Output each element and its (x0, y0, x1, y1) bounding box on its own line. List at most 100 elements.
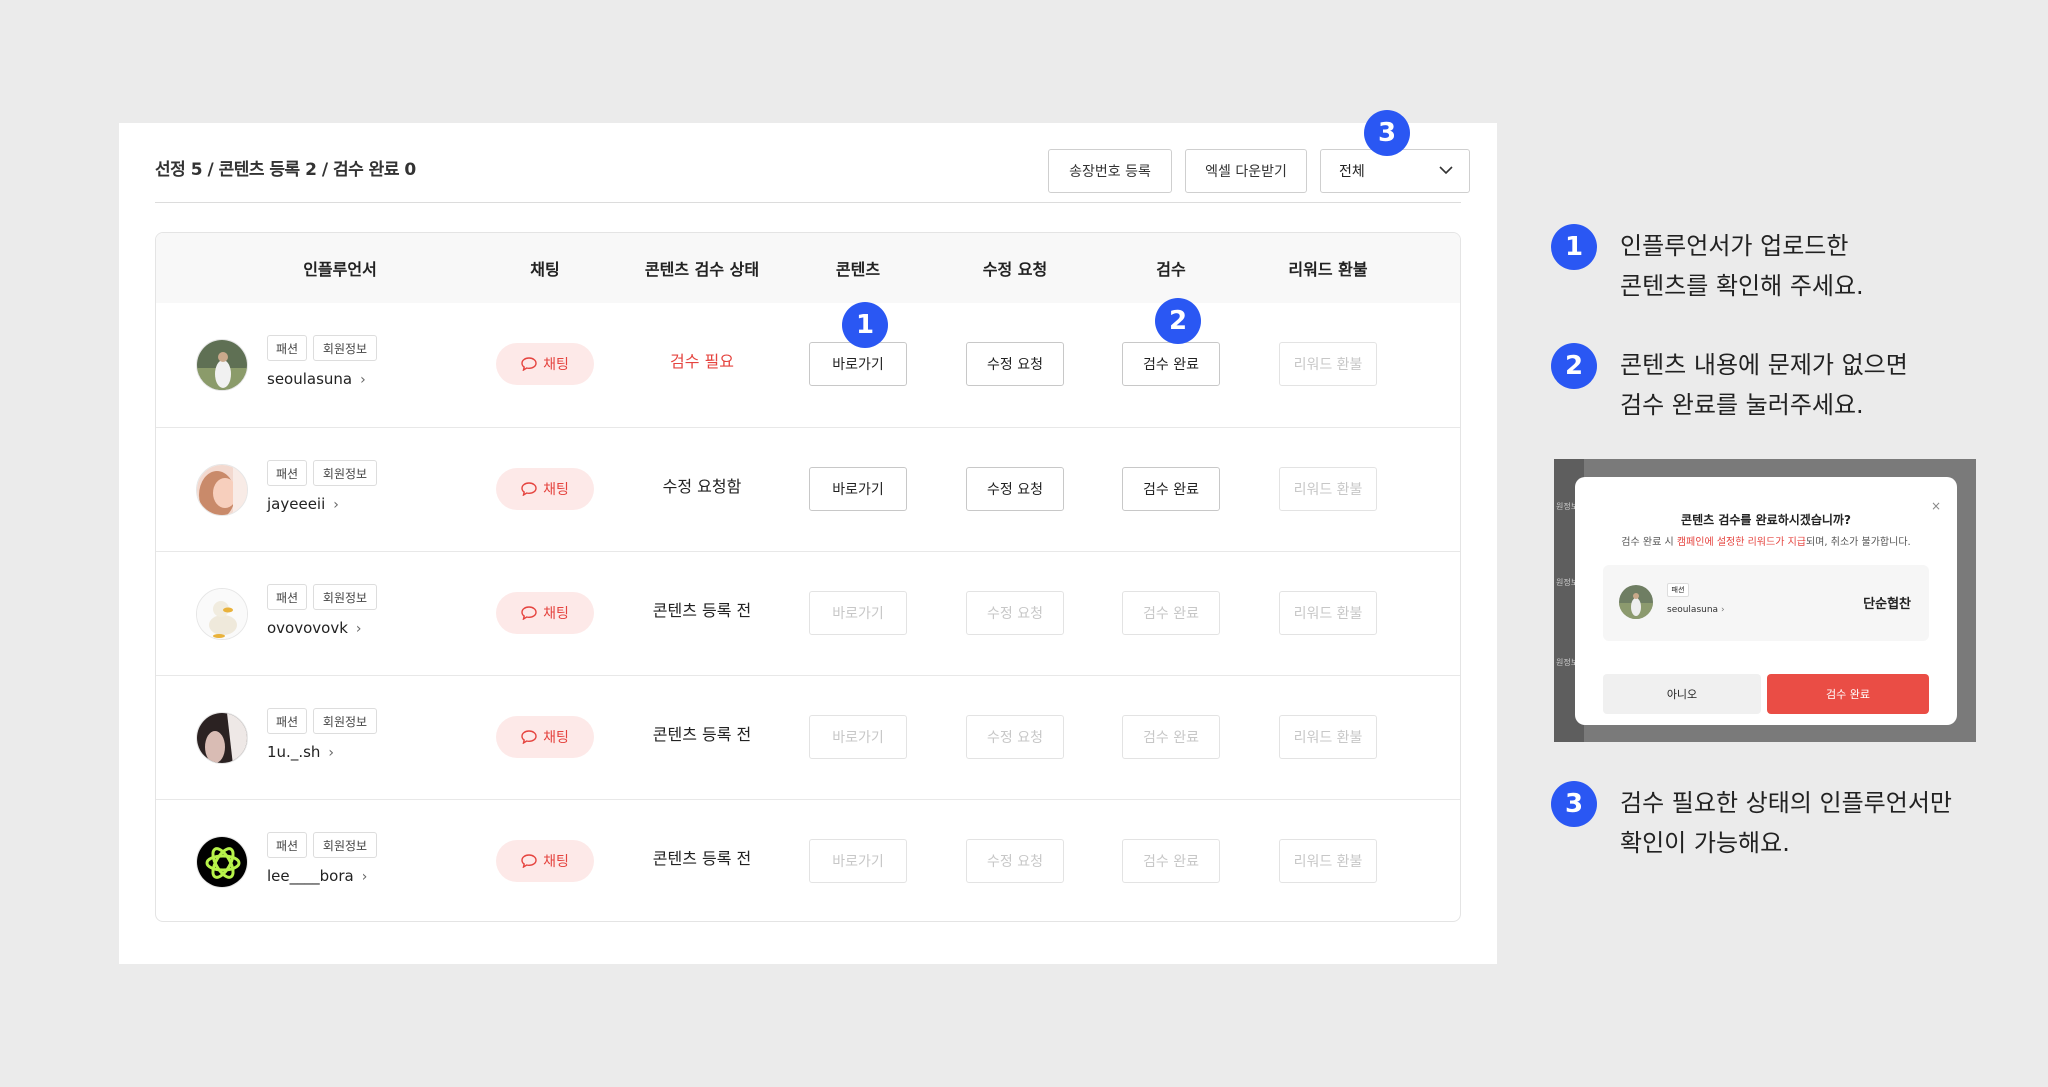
revision-request-button[interactable]: 수정 요청 (966, 591, 1064, 635)
table-row: 패션 회원정보 ovovovovk › 채팅 콘텐츠 등록 전 바로가기 수정 요청 검수 완료… (156, 551, 1460, 675)
chat-button[interactable]: 채팅 (496, 468, 594, 510)
revision-request-button[interactable]: 수정 요청 (966, 715, 1064, 759)
chat-bubble-icon (521, 606, 537, 620)
review-status: 콘텐츠 등록 전 (652, 849, 752, 868)
influencer-username[interactable]: seoulasuna › (267, 370, 366, 388)
note-badge-3: 3 (1551, 781, 1597, 827)
content-link-button[interactable]: 바로가기 (809, 591, 907, 635)
note-2: 콘텐츠 내용에 문제가 없으면 검수 완료를 눌러주세요. (1620, 351, 1908, 419)
chat-button[interactable]: 채팅 (496, 716, 594, 758)
badge-2: 2 (1155, 298, 1201, 344)
member-info-tag[interactable]: 회원정보 (313, 335, 377, 361)
modal-username: seoulasuna › (1667, 605, 1725, 615)
note-1: 인플루언서가 업로드한 콘텐츠를 확인해 주세요. (1620, 232, 1864, 300)
modal-influencer-card: 패션 seoulasuna › 단순협찬 (1603, 565, 1929, 641)
content-link-button[interactable]: 바로가기 (809, 467, 907, 511)
col-chat: 채팅 (530, 260, 560, 279)
modal-avatar (1619, 585, 1653, 619)
chevron-right-icon: › (360, 372, 366, 388)
content-link-button[interactable]: 바로가기 (809, 839, 907, 883)
influencer-panel: 선정 5 / 콘텐츠 등록 2 / 검수 완료 0 송장번호 등록 엑셀 다운받… (119, 123, 1497, 964)
col-refund: 리워드 환불 (1288, 260, 1368, 279)
col-influencer: 인플루언서 (303, 260, 377, 279)
chat-button[interactable]: 채팅 (496, 840, 594, 882)
chevron-right-icon: › (361, 869, 368, 885)
col-content: 콘텐츠 (835, 260, 881, 279)
influencer-table: 인플루언서 채팅 콘텐츠 검수 상태 콘텐츠 수정 요청 검수 리워드 환불 패… (155, 232, 1461, 922)
selection-summary: 선정 5 / 콘텐츠 등록 2 / 검수 완료 0 (155, 160, 416, 180)
review-status: 수정 요청함 (662, 477, 742, 496)
chat-bubble-icon (521, 357, 537, 371)
col-revision: 수정 요청 (982, 260, 1048, 279)
register-tracking-button[interactable]: 송장번호 등록 (1048, 149, 1172, 193)
modal-campaign-type: 단순협찬 (1863, 597, 1911, 612)
avatar (196, 712, 248, 764)
chat-button[interactable]: 채팅 (496, 343, 594, 385)
revision-request-button[interactable]: 수정 요청 (966, 839, 1064, 883)
content-link-button[interactable]: 바로가기 (809, 342, 907, 386)
status-filter-select[interactable]: 전체 (1320, 149, 1470, 193)
note-3: 검수 필요한 상태의 인플루언서만 확인이 가능해요. (1620, 789, 1953, 857)
revision-request-button[interactable]: 수정 요청 (966, 467, 1064, 511)
chat-button[interactable]: 채팅 (496, 592, 594, 634)
member-info-tag[interactable]: 회원정보 (313, 584, 377, 610)
modal-title: 콘텐츠 검수를 완료하시겠습니까? (1681, 513, 1851, 527)
influencer-username[interactable]: jayeeeii › (267, 495, 339, 513)
avatar (196, 836, 248, 888)
table-row: 패션 회원정보 jayeeeii › 채팅 수정 요청함 바로가기 수정 요청 검수 완료 리워드… (156, 427, 1460, 551)
reward-refund-button[interactable]: 리워드 환불 (1279, 467, 1377, 511)
review-complete-button[interactable]: 검수 완료 (1122, 715, 1220, 759)
confirm-modal: × 콘텐츠 검수를 완료하시겠습니까? 검수 완료 시 캠페인에 설정한 리워드… (1575, 477, 1957, 725)
review-complete-button[interactable]: 검수 완료 (1122, 467, 1220, 511)
review-status: 콘텐츠 등록 전 (652, 725, 752, 744)
review-complete-button[interactable]: 검수 완료 (1122, 839, 1220, 883)
modal-category-tag: 패션 (1667, 583, 1689, 597)
table-row: 패션 회원정보 seoulasuna › 채팅 검수 필요 바로가기 수정 요청 검수 완료 리워… (156, 303, 1460, 427)
member-info-tag[interactable]: 회원정보 (313, 708, 377, 734)
modal-subtitle: 검수 완료 시 캠페인에 설정한 리워드가 지급되며, 취소가 불가합니다. (1621, 537, 1911, 548)
table-row: 패션 회원정보 lee____bora › 채팅 콘텐츠 등록 전 바로가기 수정 요청 검수 … (156, 799, 1460, 921)
review-status: 검수 필요 (670, 352, 734, 371)
chevron-down-icon (1439, 163, 1453, 179)
status-filter-value: 전체 (1339, 164, 1365, 180)
panel-toolbar: 선정 5 / 콘텐츠 등록 2 / 검수 완료 0 송장번호 등록 엑셀 다운받… (155, 149, 1470, 203)
member-info-tag[interactable]: 회원정보 (313, 832, 377, 858)
review-complete-button[interactable]: 검수 완료 (1122, 591, 1220, 635)
chevron-right-icon: › (355, 621, 362, 637)
chevron-right-icon: › (333, 497, 339, 513)
chat-bubble-icon (521, 482, 537, 496)
reward-refund-button[interactable]: 리워드 환불 (1279, 591, 1377, 635)
review-status: 콘텐츠 등록 전 (652, 601, 752, 620)
revision-request-button[interactable]: 수정 요청 (966, 342, 1064, 386)
influencer-username[interactable]: 1u._.sh › (267, 743, 334, 761)
table-header: 인플루언서 채팅 콘텐츠 검수 상태 콘텐츠 수정 요청 검수 리워드 환불 (156, 233, 1460, 303)
reward-refund-button[interactable]: 리워드 환불 (1279, 342, 1377, 386)
col-review-status: 콘텐츠 검수 상태 (644, 260, 760, 279)
influencer-username[interactable]: lee____bora › (267, 867, 367, 885)
note-badge-1: 1 (1551, 224, 1597, 270)
modal-screenshot: 원정보 원정보 원정보 × 콘텐츠 검수를 완료하시겠습니까? 검수 완료 시 … (1554, 459, 1976, 742)
chevron-right-icon: › (328, 745, 335, 761)
influencer-username[interactable]: ovovovovk › (267, 619, 362, 637)
badge-1: 1 (842, 302, 888, 348)
category-tag: 패션 (267, 832, 307, 858)
category-tag: 패션 (267, 708, 307, 734)
category-tag: 패션 (267, 584, 307, 610)
content-link-button[interactable]: 바로가기 (809, 715, 907, 759)
member-info-tag[interactable]: 회원정보 (313, 460, 377, 486)
review-complete-button[interactable]: 검수 완료 (1122, 342, 1220, 386)
reward-refund-button[interactable]: 리워드 환불 (1279, 715, 1377, 759)
table-row: 패션 회원정보 1u._.sh › 채팅 콘텐츠 등록 전 바로가기 수정 요청 검수 완료 리워… (156, 675, 1460, 799)
excel-download-button[interactable]: 엑셀 다운받기 (1185, 149, 1307, 193)
category-tag: 패션 (267, 460, 307, 486)
category-tag: 패션 (267, 335, 307, 361)
avatar (196, 339, 248, 391)
col-review: 검수 (1156, 260, 1186, 279)
modal-confirm-button[interactable]: 검수 완료 (1767, 674, 1929, 714)
note-badge-2: 2 (1551, 343, 1597, 389)
chat-bubble-icon (521, 854, 537, 868)
modal-no-button[interactable]: 아니오 (1603, 674, 1761, 714)
avatar (196, 588, 248, 640)
avatar (196, 464, 248, 516)
reward-refund-button[interactable]: 리워드 환불 (1279, 839, 1377, 883)
